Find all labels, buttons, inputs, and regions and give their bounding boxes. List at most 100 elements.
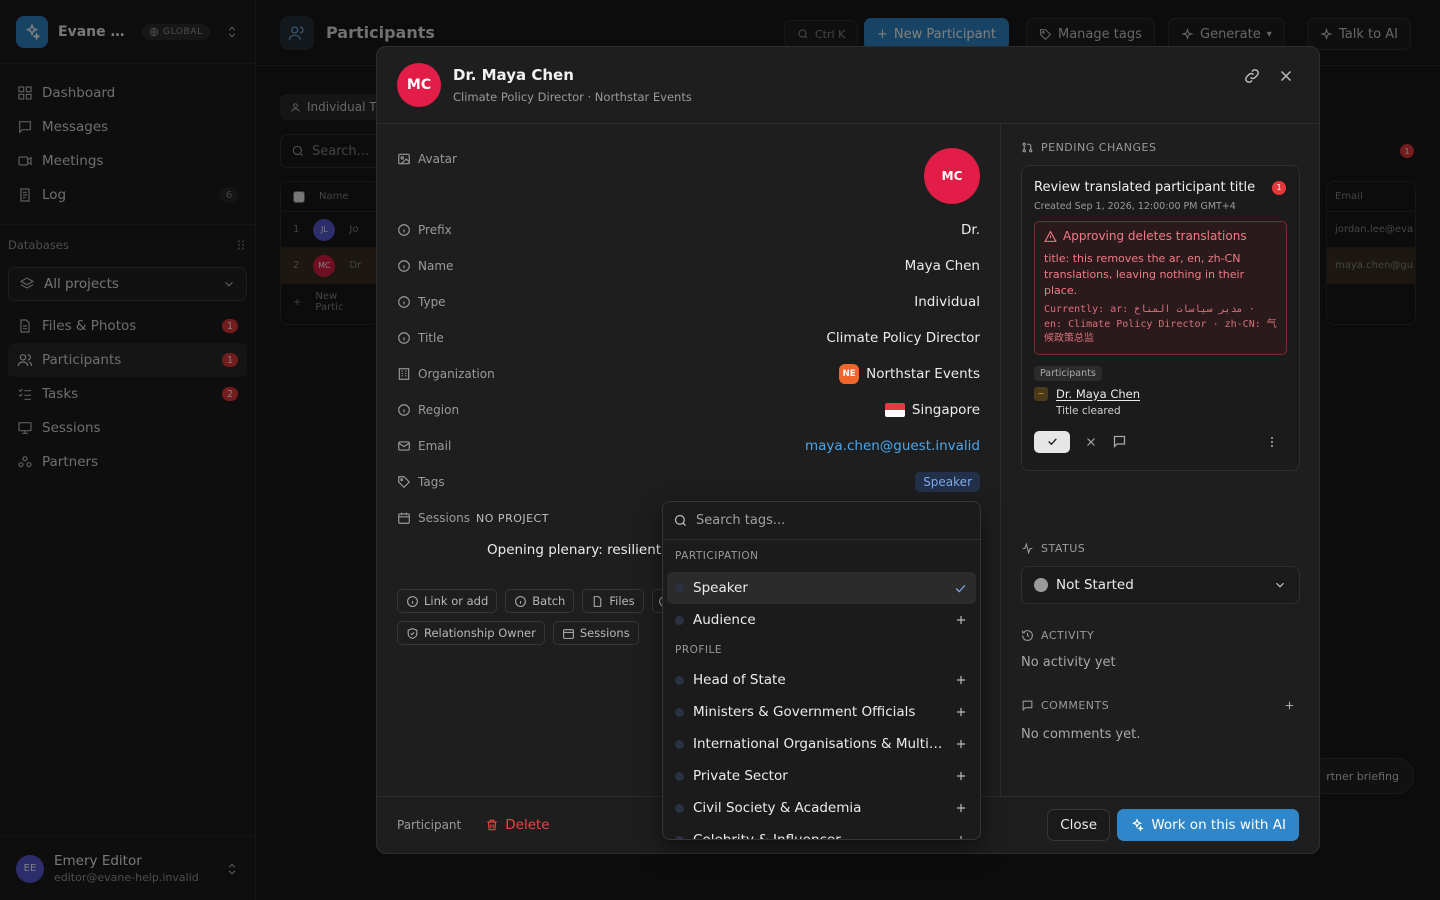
tag-option-civil-society[interactable]: Civil Society & Academia: [667, 792, 976, 824]
change-note: Title cleared: [1056, 404, 1121, 417]
field-region[interactable]: Region Singapore: [397, 392, 980, 428]
git-pull-icon: [1022, 142, 1033, 153]
check-icon: [1047, 438, 1057, 446]
chevron-down-icon: [1276, 582, 1284, 588]
comments-header: COMMENTS: [1021, 699, 1301, 712]
avatar: MC: [397, 63, 441, 107]
delete-button[interactable]: Delete: [485, 817, 550, 833]
related-chips: Link or add Batch Files Relationship Own…: [397, 589, 677, 645]
side-panel: PENDING CHANGES Review translated partic…: [1001, 124, 1319, 798]
group-profile: PROFILE: [675, 644, 723, 656]
activity-icon: [1022, 542, 1033, 555]
field-avatar: Avatar MC: [397, 140, 980, 204]
plus-icon: [956, 675, 966, 685]
change-created: Created Sep 1, 2026, 12:00:00 PM GMT+4: [1034, 201, 1236, 212]
field-name[interactable]: Name Maya Chen: [397, 248, 980, 284]
tag-search-input[interactable]: [696, 513, 956, 528]
group-participation: PARTICIPATION: [675, 550, 759, 562]
tag-search[interactable]: [663, 502, 980, 540]
tag-dropdown: PARTICIPATION Speaker Audience PROFILE H…: [662, 501, 981, 840]
link-icon[interactable]: [1243, 67, 1261, 85]
field-tags[interactable]: Tags Speaker: [397, 464, 980, 500]
plus-icon: [956, 739, 966, 749]
tag-speaker[interactable]: Speaker: [915, 472, 980, 492]
no-project-label: NO PROJECT: [476, 511, 549, 525]
calendar-icon: [398, 512, 410, 524]
avatar-upload[interactable]: MC: [924, 148, 980, 204]
tag-option-head-of-state[interactable]: Head of State: [667, 664, 976, 696]
info-icon: [407, 595, 418, 607]
change-title: Review translated participant title: [1034, 180, 1256, 195]
check-icon: [955, 584, 966, 593]
tag-icon: [398, 476, 411, 489]
relationship-owner-chip[interactable]: Relationship Owner: [397, 621, 545, 645]
pending-change-card: Review translated participant title 1 Cr…: [1021, 165, 1300, 471]
sessions-chip[interactable]: Sessions: [552, 621, 639, 645]
participant-name: Dr. Maya Chen: [453, 66, 574, 84]
more-vertical-icon[interactable]: [1265, 435, 1279, 449]
record-type-label: Participant: [397, 818, 462, 832]
tag-option-speaker[interactable]: Speaker: [667, 572, 976, 604]
search-icon: [674, 514, 686, 526]
info-icon: [398, 260, 410, 272]
comments-empty: No comments yet.: [1021, 727, 1141, 742]
tag-color-dot: [675, 675, 684, 685]
info-icon: [398, 332, 410, 344]
database-tag: Participants: [1034, 365, 1102, 381]
approve-button[interactable]: [1034, 430, 1070, 453]
tag-option-international-orgs[interactable]: International Organisations & Multilater…: [667, 728, 976, 760]
warning-icon: [1044, 230, 1057, 242]
activity-header: ACTIVITY: [1021, 629, 1094, 642]
info-icon: [398, 296, 410, 308]
field-type[interactable]: Type Individual: [397, 284, 980, 320]
org-logo: NE: [839, 364, 860, 384]
change-badge: 1: [1272, 180, 1286, 195]
field-prefix[interactable]: Prefix Dr.: [397, 212, 980, 248]
link-or-add-chip[interactable]: Link or add: [397, 589, 498, 613]
activity-empty: No activity yet: [1021, 655, 1116, 670]
edit-icon: ~: [1034, 386, 1048, 401]
image-icon: [398, 153, 410, 165]
reject-icon[interactable]: [1084, 435, 1098, 449]
batch-chip[interactable]: Batch: [505, 589, 575, 613]
add-comment-icon[interactable]: [1283, 699, 1296, 712]
field-email[interactable]: Email maya.chen@guest.invalid: [397, 428, 980, 464]
comment-icon[interactable]: [1112, 434, 1127, 449]
tag-color-dot: [675, 803, 684, 813]
tag-option-audience[interactable]: Audience: [667, 604, 976, 636]
plus-icon: [960, 835, 962, 839]
mail-icon: [398, 441, 410, 451]
singapore-flag-icon: [884, 403, 905, 417]
session-item[interactable]: Opening plenary: resilient f: [487, 542, 670, 558]
field-title[interactable]: Title Climate Policy Director: [397, 320, 980, 356]
field-organization[interactable]: Organization NE Northstar Events: [397, 356, 980, 392]
history-icon: [1022, 630, 1033, 641]
plus-icon: [956, 615, 966, 625]
status-header: STATUS: [1021, 542, 1085, 555]
plus-icon: [956, 771, 966, 781]
warning-box: Approving deletes translations title: th…: [1034, 221, 1287, 355]
building-icon: [398, 368, 410, 380]
work-with-ai-button[interactable]: Work on this with AI: [1117, 809, 1299, 841]
modal-header: MC Dr. Maya Chen Climate Policy Director…: [377, 47, 1319, 124]
tag-color-dot: [675, 707, 684, 717]
close-icon[interactable]: [1277, 67, 1295, 85]
status-dot: [1034, 578, 1048, 592]
file-icon: [594, 595, 602, 607]
comment-icon: [1022, 700, 1033, 712]
tag-option-celebrity[interactable]: Celebrity & Influencer: [667, 824, 976, 839]
sparkle-icon: [1132, 818, 1145, 832]
tag-color-dot: [675, 835, 684, 839]
files-chip[interactable]: Files: [582, 589, 644, 613]
plus-icon: [956, 707, 966, 717]
info-icon: [398, 224, 410, 236]
affected-record[interactable]: ~ Dr. Maya Chen: [1034, 386, 1287, 401]
status-select[interactable]: Not Started: [1021, 566, 1300, 604]
tag-option-ministers[interactable]: Ministers & Government Officials: [667, 696, 976, 728]
tag-option-private-sector[interactable]: Private Sector: [667, 760, 976, 792]
close-button[interactable]: Close: [1047, 809, 1110, 841]
tag-color-dot: [675, 583, 684, 593]
calendar-icon: [562, 628, 574, 639]
email-link[interactable]: maya.chen@guest.invalid: [805, 438, 980, 454]
tag-color-dot: [675, 771, 684, 781]
